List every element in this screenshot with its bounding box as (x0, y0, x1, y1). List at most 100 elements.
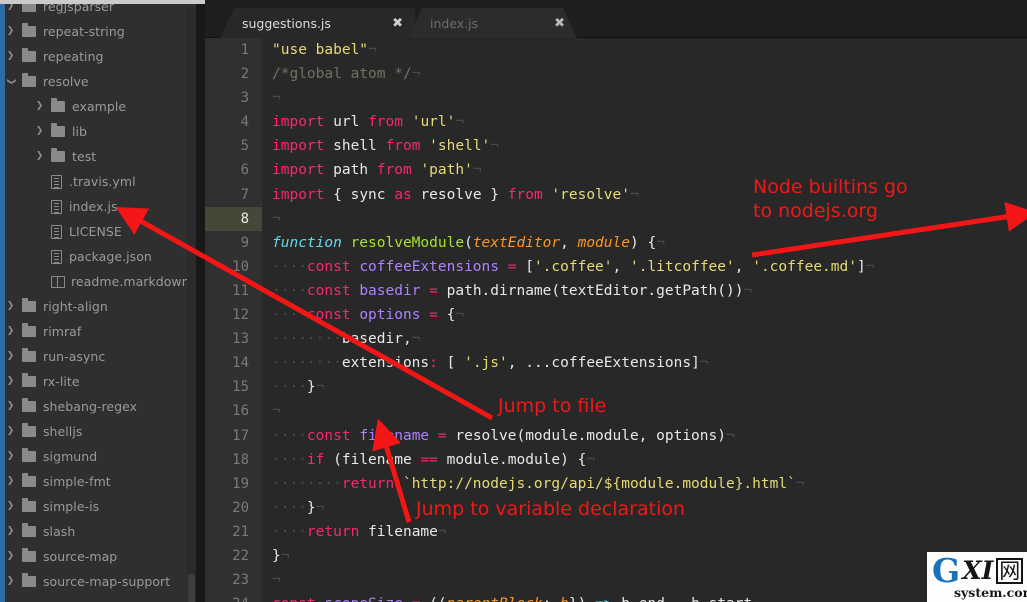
chevron-right-icon[interactable]: ❯ (5, 4, 16, 11)
code-line[interactable]: import shell from 'shell'¬ (272, 134, 1027, 158)
tree-item-resolve[interactable]: ❯ resolve (5, 69, 196, 94)
sidebar-scrollbar-thumb[interactable] (188, 574, 195, 602)
code-line[interactable]: ¬ (272, 207, 1027, 231)
tree-item-slash[interactable]: ❯ slash (5, 519, 196, 544)
tree-item-source-map[interactable]: ❯ source-map (5, 544, 196, 569)
line-number[interactable]: 22 (205, 544, 262, 568)
chevron-right-icon[interactable]: ❯ (5, 452, 16, 461)
chevron-right-icon[interactable]: ❯ (5, 377, 16, 386)
line-number[interactable]: 12 (205, 303, 262, 327)
line-number[interactable]: 23 (205, 568, 262, 592)
tree-item-regjsparser[interactable]: ❯ regjsparser (5, 4, 196, 19)
line-number[interactable]: 9 (205, 231, 262, 255)
chevron-down-icon[interactable]: ❯ (6, 76, 16, 87)
tree-item-shebang-regex[interactable]: ❯ shebang-regex (5, 394, 196, 419)
code-line[interactable]: import path from 'path'¬ (272, 158, 1027, 182)
chevron-right-icon[interactable]: ❯ (34, 127, 45, 136)
code-line[interactable]: import { sync as resolve } from 'resolve… (272, 183, 1027, 207)
tree-item-source-map-support[interactable]: ❯ source-map-support (5, 569, 196, 594)
line-number[interactable]: 14 (205, 351, 262, 375)
tree-item-repeat-string[interactable]: ❯ repeat-string (5, 19, 196, 44)
code-line[interactable]: ········extensions: [ '.js', ...coffeeEx… (272, 351, 1027, 375)
line-number[interactable]: 19 (205, 472, 262, 496)
line-number[interactable]: 18 (205, 448, 262, 472)
line-number[interactable]: 6 (205, 158, 262, 182)
chevron-right-icon[interactable]: ❯ (5, 427, 16, 436)
chevron-right-icon[interactable]: ❯ (5, 552, 16, 561)
chevron-right-icon[interactable]: ❯ (5, 477, 16, 486)
sidebar-editor-divider[interactable] (196, 4, 205, 602)
line-number[interactable]: 11 (205, 279, 262, 303)
tree-item-lib[interactable]: ❯ lib (5, 119, 196, 144)
tree-item-rimraf[interactable]: ❯ rimraf (5, 319, 196, 344)
chevron-right-icon[interactable]: ❯ (5, 402, 16, 411)
chevron-right-icon[interactable]: ❯ (5, 577, 16, 586)
code-line[interactable]: ········return `http://nodejs.org/api/${… (272, 472, 1027, 496)
chevron-right-icon[interactable]: ❯ (5, 302, 16, 311)
code-line[interactable]: const scopeSize = ((parentBlock: b}) => … (272, 592, 1027, 602)
code-line[interactable]: import url from 'url'¬ (272, 110, 1027, 134)
code-line[interactable]: ····if (filename == module.module) {¬ (272, 448, 1027, 472)
line-number[interactable]: 2 (205, 62, 262, 86)
line-number[interactable]: 17 (205, 424, 262, 448)
tree-item-package-json[interactable]: ❯ package.json (5, 244, 196, 269)
tree-item-index-js[interactable]: ❯ index.js (5, 194, 196, 219)
line-number[interactable]: 16 (205, 399, 262, 423)
tree-item-example[interactable]: ❯ example (5, 94, 196, 119)
code-line[interactable]: ····const filename = resolve(module.modu… (272, 424, 1027, 448)
line-number[interactable]: 4 (205, 110, 262, 134)
tree-item-readme-markdown[interactable]: ❯ readme.markdown (5, 269, 196, 294)
tree-item-simple-is[interactable]: ❯ simple-is (5, 494, 196, 519)
code-line[interactable]: "use babel"¬ (272, 38, 1027, 62)
code-line[interactable]: ····const basedir = path.dirname(textEdi… (272, 279, 1027, 303)
chevron-right-icon[interactable]: ❯ (5, 502, 16, 511)
chevron-right-icon[interactable]: ❯ (5, 52, 16, 61)
tree-item-sigmund[interactable]: ❯ sigmund (5, 444, 196, 469)
code-line[interactable]: ¬ (272, 568, 1027, 592)
close-icon[interactable]: ✖ (366, 17, 403, 30)
code-line[interactable]: ····const options = {¬ (272, 303, 1027, 327)
code-line[interactable]: function resolveModule(textEditor, modul… (272, 231, 1027, 255)
chevron-right-icon[interactable]: ❯ (5, 352, 16, 361)
line-number[interactable]: 10 (205, 255, 262, 279)
line-number[interactable]: 20 (205, 496, 262, 520)
code-line[interactable]: ¬ (272, 399, 1027, 423)
code-line[interactable]: ····}¬ (272, 375, 1027, 399)
tree-item-shelljs[interactable]: ❯ shelljs (5, 419, 196, 444)
code-line[interactable]: /*global atom */¬ (272, 62, 1027, 86)
tree-item-right-align[interactable]: ❯ right-align (5, 294, 196, 319)
line-number[interactable]: 21 (205, 520, 262, 544)
tree-item-rx-lite[interactable]: ❯ rx-lite (5, 369, 196, 394)
line-number[interactable]: 7 (205, 183, 262, 207)
tree-item-simple-fmt[interactable]: ❯ simple-fmt (5, 469, 196, 494)
tree-item--travis-yml[interactable]: ❯ .travis.yml (5, 169, 196, 194)
chevron-right-icon[interactable]: ❯ (5, 27, 16, 36)
line-number[interactable]: 1 (205, 38, 262, 62)
tree-item-repeating[interactable]: ❯ repeating (5, 44, 196, 69)
code-line[interactable]: ¬ (272, 86, 1027, 110)
tree-item-license[interactable]: ❯ LICENSE (5, 219, 196, 244)
line-number[interactable]: 5 (205, 134, 262, 158)
chevron-right-icon[interactable]: ❯ (5, 527, 16, 536)
code-line[interactable]: }¬ (272, 544, 1027, 568)
line-number[interactable]: 8 (205, 206, 262, 231)
watermark-logo: G XI 网 system.com (927, 552, 1027, 602)
code-line[interactable]: ····const coffeeExtensions = ['.coffee',… (272, 255, 1027, 279)
chevron-right-icon[interactable]: ❯ (5, 327, 16, 336)
tab-suggestions-js[interactable]: suggestions.js ✖ (220, 8, 415, 38)
chevron-right-icon[interactable]: ❯ (34, 102, 45, 111)
code-line[interactable]: ····return filename¬ (272, 520, 1027, 544)
file-tree-sidebar[interactable]: ❯ regjsparser ❯ repeat-string ❯ repeating ❯ res… (5, 4, 196, 602)
tree-item-test[interactable]: ❯ test (5, 144, 196, 169)
tree-item-run-async[interactable]: ❯ run-async (5, 344, 196, 369)
tab-index-js[interactable]: index.js ✖ (408, 8, 577, 38)
chevron-right-icon[interactable]: ❯ (34, 152, 45, 161)
close-icon[interactable]: ✖ (528, 17, 565, 30)
line-number[interactable]: 3 (205, 86, 262, 110)
folder-icon (22, 298, 36, 312)
line-number[interactable]: 13 (205, 327, 262, 351)
line-number[interactable]: 24 (205, 592, 262, 602)
sidebar-scrollbar[interactable] (187, 8, 196, 602)
code-line[interactable]: ········basedir,¬ (272, 327, 1027, 351)
line-number[interactable]: 15 (205, 375, 262, 399)
